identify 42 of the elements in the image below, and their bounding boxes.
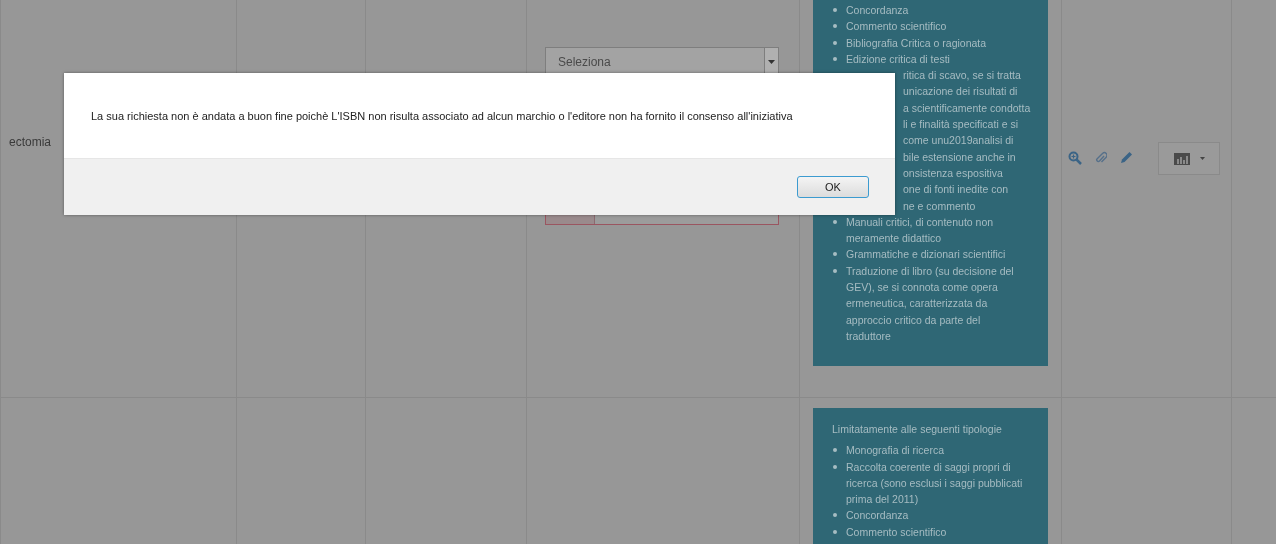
bar-chart-icon: [1173, 152, 1190, 165]
list-item-text: li e finalità specificati e si: [903, 117, 1018, 133]
list-item-text: Grammatiche e dizionari scientifici: [846, 247, 1006, 263]
list-item-text: Edizione critica di testi: [846, 51, 950, 67]
pencil-icon[interactable]: [1120, 151, 1133, 164]
table-cell-text: ectomia: [9, 135, 52, 149]
list-item-text: onsistenza espositiva: [903, 165, 1003, 181]
panel-intro-text: Limitatamente alle seguenti tipologie: [832, 422, 1003, 437]
ok-button[interactable]: OK: [797, 176, 869, 198]
list-item-text: Raccolta coerente di saggi propri di ricerca (sono esclusi i saggi pubblicati prima del 2011): [846, 459, 1024, 508]
list-item-text: a scientificamente condotta: [903, 100, 1031, 116]
bullet-icon: [833, 40, 837, 45]
list-item-text: Monografia di ricerca: [846, 443, 945, 459]
list-item-text: ritica di scavo, se si tratta: [903, 68, 1021, 84]
bullet-icon: [833, 464, 837, 469]
bullet-icon: [833, 219, 837, 224]
bullet-icon: [833, 268, 837, 273]
list-item-text: bile estensione anche in: [903, 149, 1016, 165]
caret-icon: [1199, 157, 1205, 160]
bullet-icon: [833, 513, 837, 518]
bullet-icon: [833, 56, 837, 61]
list-item-text: Manuali critici, di contenuto non meramente didattico: [846, 214, 995, 247]
list-item-text: ne e commento: [903, 198, 976, 214]
bullet-icon: [833, 8, 837, 12]
chart-button[interactable]: [1158, 142, 1220, 175]
list-item-text: Concordanza: [846, 3, 909, 18]
list-item-text: unicazione dei risultati di: [903, 84, 1018, 100]
paperclip-icon[interactable]: [1095, 151, 1107, 165]
list-item-text: come unu2019analisi di: [903, 133, 1014, 149]
bullet-icon: [833, 448, 837, 453]
list-item-text: Commento scientifico: [846, 19, 947, 35]
bullet-icon: [833, 24, 837, 29]
list-item-text: Commento scientifico: [846, 524, 947, 540]
list-item-text: one di fonti inedite con: [903, 182, 1009, 198]
bullet-icon: [833, 529, 837, 534]
dialog-message: La sua richiesta non è andata a buon fine poichè L'ISBN non risulta associato ad alcun marchio o l'editore non ha fornito il consenso all'iniziativa: [91, 109, 793, 122]
list-item-text: Concordanza: [846, 508, 909, 524]
list-item-text: Bibliografia Critica o ragionata: [846, 35, 987, 51]
bullet-icon: [833, 252, 837, 257]
caret-icon: [768, 60, 775, 64]
search-icon[interactable]: [1068, 151, 1082, 165]
list-item-text: Traduzione di libro (su decisione del GEV), se si connota come opera ermeneutica, caratterizzata da approccio critico da parte del traduttore: [846, 263, 1015, 344]
